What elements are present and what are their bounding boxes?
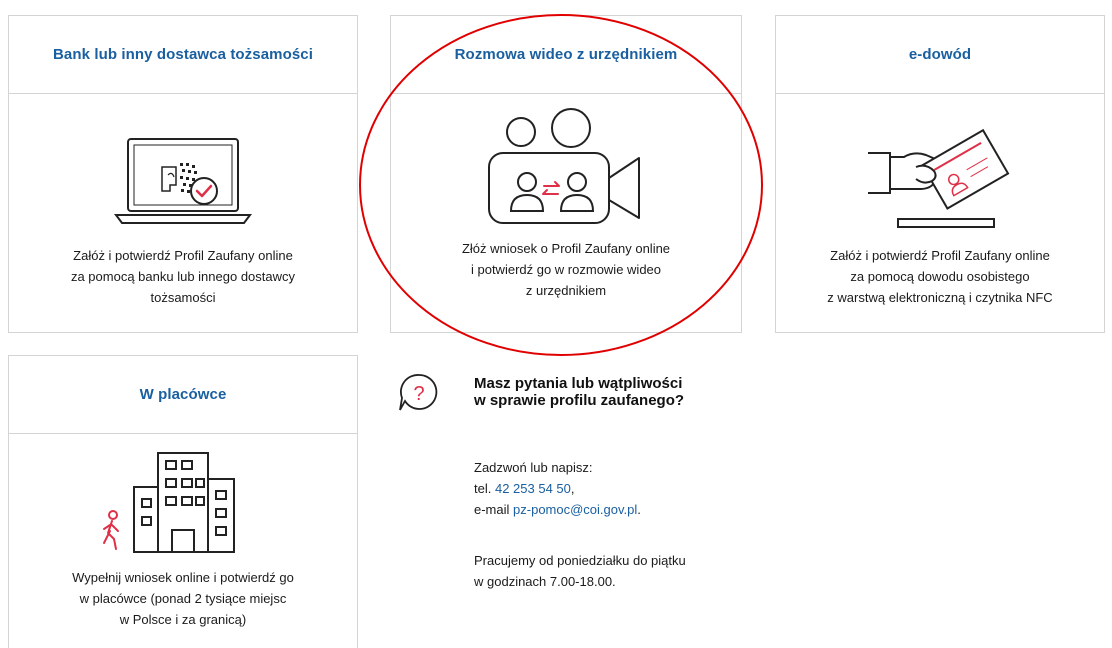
email-prefix: e-mail	[474, 502, 510, 517]
help-heading-line: Masz pytania lub wątpliwości	[474, 375, 683, 392]
card-desc-line: i potwierdź go w rozmowie wideo	[470, 262, 662, 277]
card-header: Rozmowa wideo z urzędnikiem	[391, 16, 741, 94]
card-desc-line: w placówce (ponad 2 tysiące miejsc	[79, 591, 287, 606]
card-desc-line: tożsamości	[150, 290, 216, 305]
laptop-verification-icon	[9, 131, 357, 231]
contact-info: Zadzwoń lub napisz: tel. 42 253 54 50, e…	[474, 457, 641, 520]
working-hours: Pracujemy od poniedziałku do piątku w go…	[474, 550, 686, 592]
card-header: W placówce	[9, 356, 357, 434]
card-description: Załóż i potwierdź Profil Zaufany online …	[776, 245, 1104, 308]
card-title: W placówce	[139, 386, 227, 403]
card-header: e-dowód	[776, 16, 1104, 94]
help-heading: Masz pytania lub wątpliwości w sprawie p…	[474, 375, 684, 409]
card-desc-line: Wypełnij wniosek online i potwierdź go	[72, 570, 294, 585]
card-desc-line: z warstwą elektroniczną i czytnika NFC	[827, 290, 1053, 305]
phone-suffix: ,	[570, 481, 575, 496]
card-e-dowod[interactable]: e-dowód Załóż i potwierdź Profil Zaufany…	[775, 15, 1105, 333]
card-bank[interactable]: Bank lub inny dostawca tożsamości Załóż …	[8, 15, 358, 333]
help-heading-line: w sprawie profilu zaufanego?	[474, 392, 685, 409]
hours-line: Pracujemy od poniedziałku do piątku	[474, 553, 686, 568]
svg-text:?: ?	[413, 383, 424, 405]
card-header: Bank lub inny dostawca tożsamości	[9, 16, 357, 94]
card-desc-line: Złóż wniosek o Profil Zaufany online	[461, 241, 671, 256]
id-card-hand-icon	[776, 123, 1104, 233]
phone-prefix: tel.	[474, 481, 492, 496]
email-suffix: .	[637, 502, 641, 517]
hours-line: w godzinach 7.00-18.00.	[474, 574, 616, 589]
contact-intro: Zadzwoń lub napisz:	[474, 460, 593, 475]
card-desc-line: z urzędnikiem	[525, 283, 607, 298]
card-description: Złóż wniosek o Profil Zaufany online i p…	[391, 238, 741, 301]
card-desc-line: za pomocą dowodu osobistego	[850, 269, 1030, 284]
office-building-icon	[9, 447, 357, 557]
card-description: Załóż i potwierdź Profil Zaufany online …	[9, 245, 357, 308]
email-line: e-mail pz-pomoc@coi.gov.pl.	[474, 499, 641, 520]
card-placowka[interactable]: W placówce Wypełnij wniosek online i pot…	[8, 355, 358, 648]
card-title: e-dowód	[908, 46, 972, 63]
card-description: Wypełnij wniosek online i potwierdź go w…	[9, 567, 357, 630]
email-link[interactable]: pz-pomoc@coi.gov.pl	[513, 502, 637, 517]
phone-link[interactable]: 42 253 54 50	[495, 481, 571, 496]
question-bubble-icon: ?	[398, 372, 440, 419]
card-desc-line: Załóż i potwierdź Profil Zaufany online	[73, 248, 293, 263]
card-video-call[interactable]: Rozmowa wideo z urzędnikiem Złóż wniosek…	[390, 15, 742, 333]
card-desc-line: w Polsce i za granicą)	[119, 612, 247, 627]
card-desc-line: za pomocą banku lub innego dostawcy	[70, 269, 296, 284]
phone-line: tel. 42 253 54 50,	[474, 478, 641, 499]
card-desc-line: Załóż i potwierdź Profil Zaufany online	[830, 248, 1050, 263]
card-title: Bank lub inny dostawca tożsamości	[52, 46, 314, 63]
card-title: Rozmowa wideo z urzędnikiem	[454, 46, 678, 63]
video-call-icon	[391, 108, 741, 233]
